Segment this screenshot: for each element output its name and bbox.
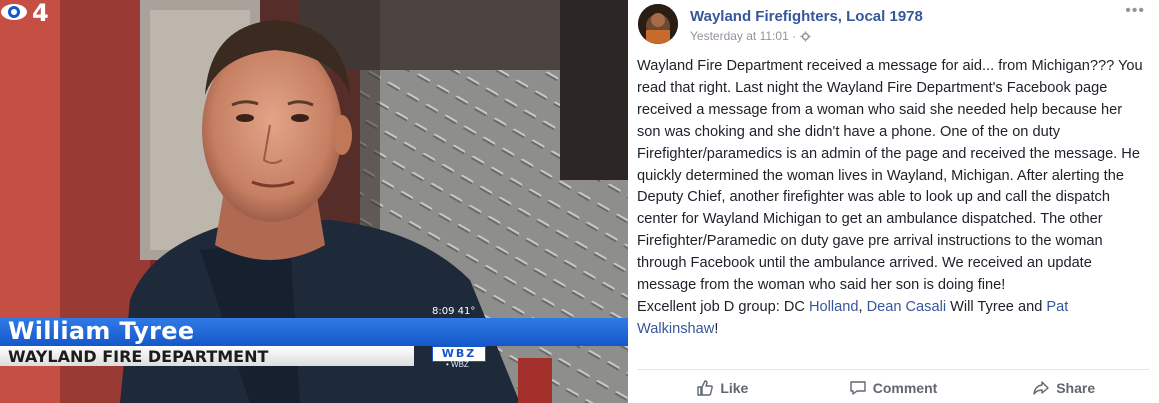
- tag-holland[interactable]: Holland: [809, 299, 859, 315]
- page-name-link[interactable]: Wayland Firefighters, Local 1978: [690, 8, 923, 25]
- comment-bubble-icon: [850, 380, 866, 395]
- comment-button[interactable]: Comment: [808, 372, 979, 403]
- closing-mid: Will Tyree and: [946, 298, 1047, 315]
- page-avatar[interactable]: [638, 4, 678, 44]
- comment-label: Comment: [872, 379, 938, 396]
- like-button[interactable]: Like: [637, 372, 808, 403]
- thumbs-up-icon: [697, 379, 714, 396]
- broadcast-clock: 8:09 41°: [432, 306, 476, 317]
- more-options-button[interactable]: •••: [1125, 2, 1145, 20]
- share-button[interactable]: Share: [978, 372, 1149, 403]
- speaker-organization: WAYLAND FIRE DEPARTMENT: [8, 347, 269, 366]
- post-actions: Like Comment Share: [637, 372, 1149, 403]
- tag-dean-casali[interactable]: Dean Casali: [867, 299, 947, 315]
- speaker-name: William Tyree: [8, 317, 195, 345]
- facebook-post: Wayland Firefighters, Local 1978 Yesterd…: [628, 0, 1159, 403]
- station-watermark: • WBZ: [446, 360, 469, 369]
- post-meta: Yesterday at 11:01 ·: [690, 29, 811, 43]
- org-banner: WAYLAND FIRE DEPARTMENT: [0, 346, 414, 366]
- post-timestamp[interactable]: Yesterday at 11:01 ·: [690, 29, 796, 43]
- post-body-text: Wayland Fire Department received a messa…: [637, 58, 1143, 294]
- closing-end: !: [714, 320, 719, 337]
- like-label: Like: [720, 379, 749, 396]
- post-text: Wayland Fire Department received a messa…: [637, 56, 1149, 341]
- post-closing-line: Excellent job D group: DC Holland, Dean …: [637, 297, 1149, 341]
- share-label: Share: [1056, 379, 1096, 396]
- news-lower-third: William Tyree WAYLAND FIRE DEPARTMENT: [0, 317, 628, 370]
- name-banner: William Tyree: [0, 317, 628, 346]
- closing-prefix: Excellent job D group: DC: [637, 298, 809, 315]
- action-divider: [637, 369, 1149, 370]
- cbs4-logo: 4: [1, 0, 49, 27]
- share-arrow-icon: [1033, 380, 1049, 395]
- gear-icon[interactable]: [800, 30, 811, 42]
- closing-sep: ,: [858, 298, 867, 315]
- svg-text:4: 4: [32, 0, 49, 27]
- news-video-still: 8:09 41° William Tyree WAYLAND FIRE DEPA…: [0, 0, 628, 403]
